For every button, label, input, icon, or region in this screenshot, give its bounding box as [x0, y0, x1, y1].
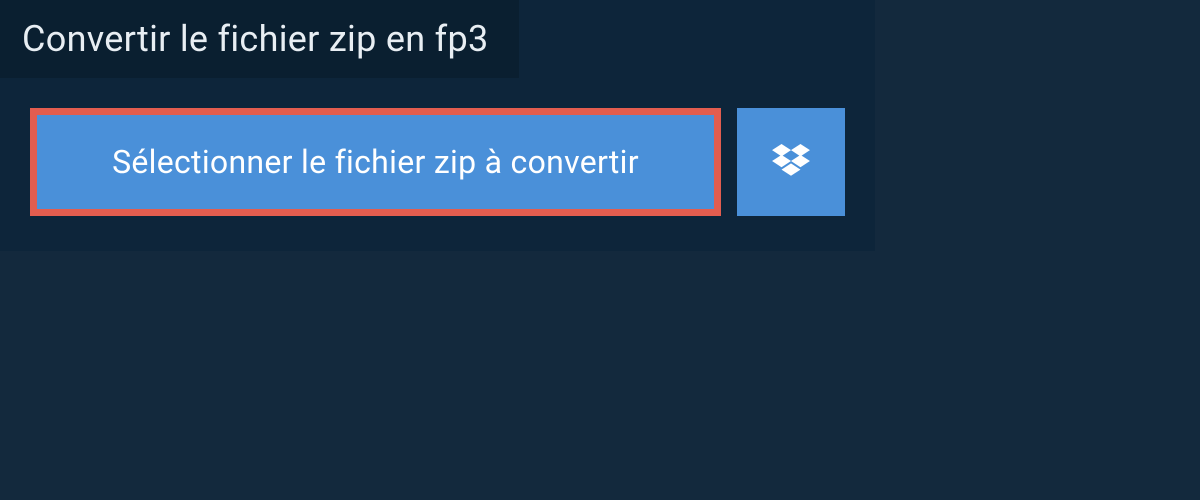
- converter-panel: Convertir le fichier zip en fp3 Sélectio…: [0, 0, 875, 251]
- title-bar: Convertir le fichier zip en fp3: [0, 0, 519, 78]
- button-area: Sélectionner le fichier zip à convertir: [0, 78, 875, 251]
- dropbox-button[interactable]: [737, 108, 845, 216]
- dropbox-icon: [772, 144, 810, 180]
- select-file-label: Sélectionner le fichier zip à convertir: [112, 143, 639, 181]
- select-file-button[interactable]: Sélectionner le fichier zip à convertir: [30, 108, 721, 216]
- page-title: Convertir le fichier zip en fp3: [22, 18, 489, 60]
